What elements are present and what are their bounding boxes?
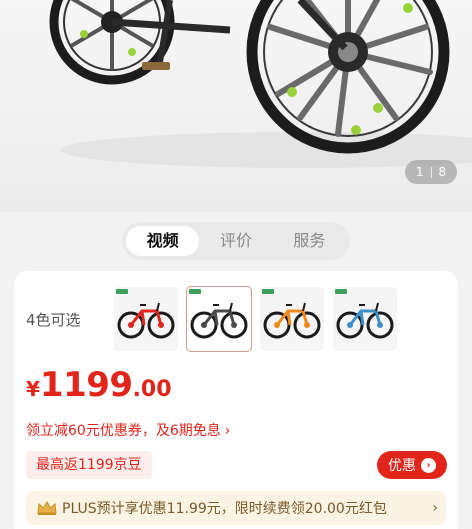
bike-thumbnail: [117, 302, 175, 339]
bike-thumbnail: [336, 302, 394, 339]
chevron-right-icon: ›: [421, 457, 436, 473]
variant-count-label: 4色可选: [26, 311, 81, 329]
product-info-card: 4色可选 ¥1199.00 领立减60元优惠券，及6期免息 › 最高返1199京豆…: [14, 271, 458, 529]
plus-text: PLUS预计享优惠11.99元，限时续费领20.00元红包: [62, 501, 387, 517]
coupon-text: 领立减60元优惠券，及6期免息: [26, 423, 221, 439]
variant-swatch[interactable]: [260, 287, 324, 351]
variant-swatch[interactable]: [333, 287, 397, 351]
chevron-right-icon: ›: [224, 423, 231, 439]
deal-button[interactable]: 优惠 ›: [377, 451, 447, 479]
bike-thumbnail: [190, 302, 248, 339]
crown-icon: [37, 501, 57, 515]
coupon-link[interactable]: 领立减60元优惠券，及6期免息 ›: [26, 420, 230, 440]
pager-current: 1: [415, 165, 424, 179]
plus-member-bar[interactable]: PLUS预计享优惠11.99元，限时续费领20.00元红包 ›: [26, 491, 446, 525]
bike-thumbnail: [263, 302, 321, 339]
bike-photo: [49, 0, 472, 168]
gallery-pager: 1 8: [405, 160, 457, 184]
product-gallery[interactable]: 1 8: [0, 0, 472, 212]
price: ¥1199.00: [26, 365, 172, 405]
media-tabs: 视频 评价 服务: [122, 222, 350, 260]
chevron-right-icon: ›: [432, 500, 438, 516]
tab-service[interactable]: 服务: [273, 226, 346, 256]
tab-reviews[interactable]: 评价: [199, 226, 272, 256]
tab-video[interactable]: 视频: [126, 226, 200, 256]
currency-symbol: ¥: [26, 377, 40, 401]
beans-rebate-badge: 最高返1199京豆: [26, 451, 152, 479]
price-integer: 1199: [39, 365, 133, 405]
variant-swatch[interactable]: [114, 287, 178, 351]
variant-swatch[interactable]: [186, 286, 252, 352]
deal-button-label: 优惠: [388, 458, 416, 474]
pager-total: 8: [438, 165, 447, 179]
price-decimal: .00: [132, 377, 172, 402]
